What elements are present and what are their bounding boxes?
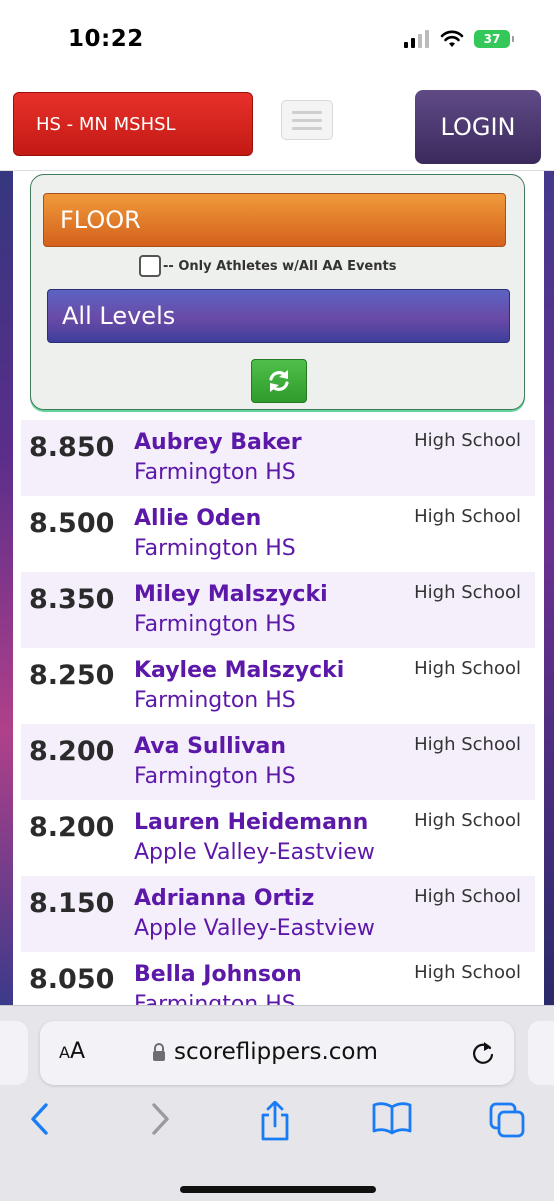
result-row[interactable]: 8.850 Aubrey Baker Farmington HS High Sc…: [21, 420, 535, 496]
back-icon[interactable]: [28, 1101, 52, 1137]
wifi-icon: [440, 30, 464, 47]
athlete-name[interactable]: Adrianna Ortiz: [134, 886, 314, 911]
athlete-name[interactable]: Bella Johnson: [134, 962, 302, 987]
url-text[interactable]: scoreflippers.com: [174, 1039, 378, 1065]
background-frame-right: [544, 82, 554, 1010]
result-row[interactable]: 8.500 Allie Oden Farmington HS High Scho…: [21, 496, 535, 572]
team-name[interactable]: Farmington HS: [134, 612, 296, 637]
score: 8.050: [29, 964, 115, 995]
reader-options-button[interactable]: AA: [59, 1039, 85, 1064]
battery-icon: 37: [474, 30, 514, 48]
filter-panel: FLOOR -- Only Athletes w/All AA Events A…: [30, 174, 525, 410]
background-frame-left: [0, 82, 13, 1010]
status-bar: 10:22 37: [0, 0, 554, 82]
athlete-name[interactable]: Aubrey Baker: [134, 430, 302, 455]
result-row[interactable]: 8.200 Ava Sullivan Farmington HS High Sc…: [21, 724, 535, 800]
level-label: High School: [414, 734, 521, 755]
athlete-name[interactable]: Ava Sullivan: [134, 734, 286, 759]
level-label: High School: [414, 430, 521, 451]
home-indicator: [180, 1186, 376, 1193]
hamburger-icon: [292, 127, 322, 130]
level-label: High School: [414, 886, 521, 907]
athlete-name[interactable]: Kaylee Malszycki: [134, 658, 344, 683]
level-select[interactable]: All Levels: [47, 289, 510, 343]
aa-only-checkbox[interactable]: [139, 255, 161, 277]
result-row[interactable]: 8.250 Kaylee Malszycki Farmington HS Hig…: [21, 648, 535, 724]
results-list: 8.850 Aubrey Baker Farmington HS High Sc…: [21, 420, 535, 1028]
score: 8.250: [29, 660, 115, 691]
browser-toolbar: [0, 1101, 554, 1151]
top-nav: HS - MN MSHSL LOGIN: [0, 82, 554, 171]
result-row[interactable]: 8.350 Miley Malszycki Farmington HS High…: [21, 572, 535, 648]
reload-icon[interactable]: [470, 1039, 496, 1067]
level-label: High School: [414, 962, 521, 983]
refresh-button[interactable]: [251, 359, 307, 403]
result-row[interactable]: 8.150 Adrianna Ortiz Apple Valley-Eastvi…: [21, 876, 535, 952]
status-time: 10:22: [68, 26, 144, 52]
team-name[interactable]: Farmington HS: [134, 536, 296, 561]
score: 8.200: [29, 736, 115, 767]
hamburger-icon: [292, 119, 322, 122]
event-select[interactable]: FLOOR: [43, 193, 506, 247]
team-name[interactable]: Farmington HS: [134, 460, 296, 485]
aa-only-filter[interactable]: -- Only Athletes w/All AA Events: [139, 255, 396, 277]
level-label: High School: [414, 582, 521, 603]
result-row[interactable]: 8.200 Lauren Heidemann Apple Valley-East…: [21, 800, 535, 876]
level-label: High School: [414, 658, 521, 679]
team-name[interactable]: Farmington HS: [134, 688, 296, 713]
level-label: High School: [414, 506, 521, 527]
score: 8.500: [29, 508, 115, 539]
bookmarks-icon[interactable]: [372, 1101, 412, 1135]
forward-icon[interactable]: [148, 1101, 172, 1137]
status-icons: 37: [404, 30, 514, 48]
athlete-name[interactable]: Allie Oden: [134, 506, 261, 531]
previous-tab-peek[interactable]: [0, 1021, 28, 1085]
next-tab-peek[interactable]: [528, 1021, 554, 1085]
league-select-button[interactable]: HS - MN MSHSL: [13, 92, 253, 156]
share-icon[interactable]: [258, 1101, 292, 1141]
team-name[interactable]: Farmington HS: [134, 764, 296, 789]
tabs-icon[interactable]: [488, 1101, 528, 1139]
score: 8.350: [29, 584, 115, 615]
menu-toggle-button[interactable]: [281, 100, 333, 140]
cellular-signal-icon: [404, 30, 429, 48]
level-label: High School: [414, 810, 521, 831]
address-bar[interactable]: AA scoreflippers.com: [40, 1021, 514, 1085]
athlete-name[interactable]: Miley Malszycki: [134, 582, 328, 607]
aa-only-label: -- Only Athletes w/All AA Events: [163, 258, 397, 274]
team-name[interactable]: Apple Valley-Eastview: [134, 840, 375, 865]
browser-bottom-bar: AA scoreflippers.com: [0, 1005, 554, 1201]
team-name[interactable]: Apple Valley-Eastview: [134, 916, 375, 941]
athlete-name[interactable]: Lauren Heidemann: [134, 810, 368, 835]
score: 8.850: [29, 432, 115, 463]
login-button[interactable]: LOGIN: [415, 90, 541, 164]
lock-icon: [153, 1043, 165, 1061]
refresh-icon: [269, 370, 289, 392]
hamburger-icon: [292, 111, 322, 114]
score: 8.150: [29, 888, 115, 919]
score: 8.200: [29, 812, 115, 843]
